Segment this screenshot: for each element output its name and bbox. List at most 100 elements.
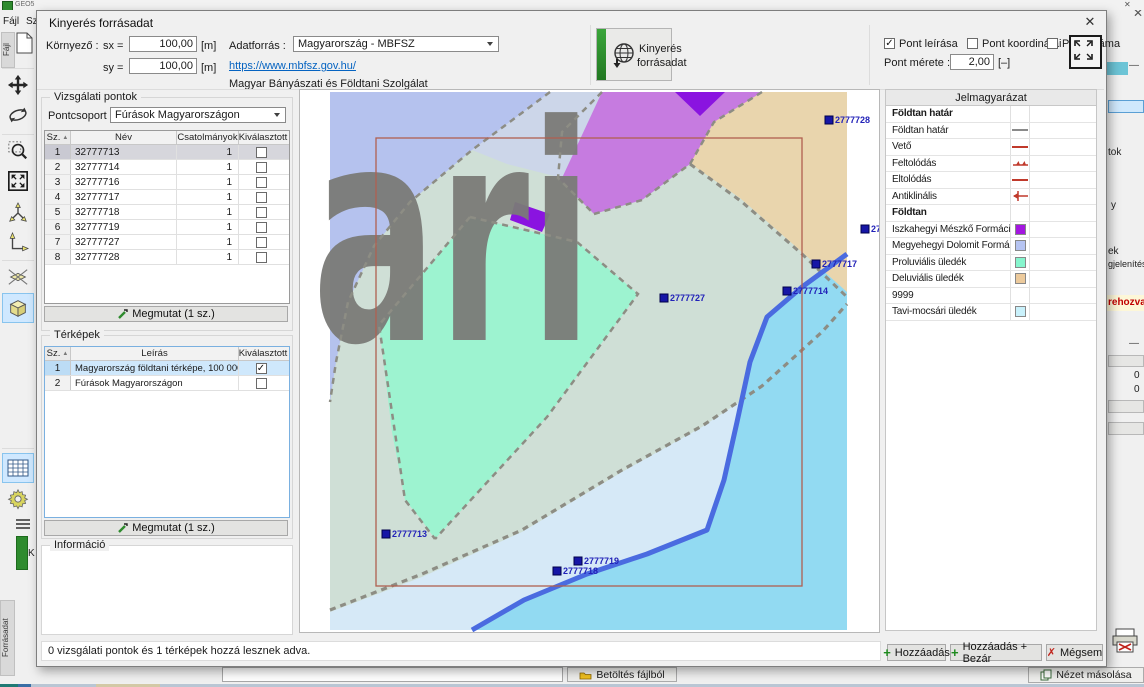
tab-source-vertical[interactable]: Forrásadat — [0, 600, 15, 676]
point-coordinates-checkbox[interactable] — [967, 38, 978, 49]
investigation-points-group: Vizsgálati pontok Pontcsoport : Fúrások … — [41, 97, 293, 331]
sort-asc-icon: ▲ — [62, 135, 68, 141]
load-from-file-button[interactable]: Betöltés fájlból — [567, 667, 677, 682]
information-group: Információ — [41, 545, 293, 635]
map-row[interactable]: 2 Fúrások Magyarországon — [45, 376, 289, 391]
zero-value-2: 0 — [1134, 384, 1140, 395]
dialog-title: Kinyerés forrásadat — [49, 16, 153, 30]
map-selected-checkbox[interactable]: ✓ — [256, 363, 267, 374]
box-view-on-selected[interactable] — [2, 293, 34, 323]
legend-row: Iszkahegyi Mészkő Formáció — [886, 222, 1096, 239]
dialog-close-icon[interactable]: ✕ — [1081, 13, 1099, 31]
point-row[interactable]: 6 32777719 1 — [45, 220, 289, 235]
point-row[interactable]: 7 32777727 1 — [45, 235, 289, 250]
add-close-button[interactable]: + Hozzáadás + Bezár — [950, 644, 1042, 661]
point-selected-checkbox[interactable] — [256, 147, 267, 158]
point-row[interactable]: 3 32777716 1 — [45, 175, 289, 190]
zoom-selection-icon[interactable] — [5, 138, 31, 164]
datasource-dropdown[interactable]: Magyarország - MBFSZ — [293, 36, 499, 52]
collapse-minus-icon-2[interactable]: — — [1129, 338, 1139, 349]
point-selected-checkbox[interactable] — [256, 222, 267, 233]
point-description-checkbox[interactable]: ✓ — [884, 38, 895, 49]
dropdown-arrow-icon — [487, 42, 493, 46]
text-fragment-3: ek — [1108, 246, 1119, 257]
table-view-selected[interactable] — [2, 453, 34, 483]
box-view-off-icon[interactable] — [5, 264, 31, 290]
copy-view-button[interactable]: Nézet másolása — [1028, 667, 1144, 683]
map-point-marker — [574, 557, 582, 565]
point-selected-checkbox[interactable] — [256, 252, 267, 263]
cancel-x-icon: ✗ — [1047, 646, 1056, 659]
copy-view-label: Nézet másolása — [1056, 669, 1131, 681]
point-size-input[interactable]: 2,00 — [950, 54, 994, 70]
copy-icon — [1040, 669, 1052, 681]
extract-source-dialog: Kinyerés forrásadat ✕ Környező : sx = 10… — [36, 10, 1107, 667]
command-input[interactable] — [222, 667, 563, 682]
maps-table[interactable]: Sz.▲ Leírás Kiválasztott 1 Magyarország … — [44, 346, 290, 518]
point-selected-checkbox[interactable] — [256, 177, 267, 188]
menu-file[interactable]: Fájl — [3, 16, 19, 27]
datasource-link[interactable]: https://www.mbfsz.gov.hu/ — [229, 60, 356, 72]
point-number-checkbox[interactable] — [1047, 38, 1058, 49]
point-group-dropdown[interactable]: Fúrások Magyarországon — [110, 107, 286, 123]
settings-gear-icon[interactable] — [5, 486, 31, 512]
sy-input[interactable]: 100,00 — [129, 58, 197, 74]
text-fragment-2: y — [1111, 200, 1116, 211]
points-table[interactable]: Sz.▲ Név Csatolmányok Kiválasztott 1 327… — [44, 130, 290, 304]
information-textarea[interactable] — [42, 546, 292, 634]
warning-text-fragment: rehozva. — [1108, 297, 1144, 308]
point-row[interactable]: 8 32777728 1 — [45, 250, 289, 265]
map-point-label: 2777713 — [392, 529, 427, 539]
show-points-button[interactable]: Megmutat (1 sz.) — [44, 306, 288, 322]
legend-row: Földtan — [886, 205, 1096, 222]
point-selected-checkbox[interactable] — [256, 237, 267, 248]
point-row[interactable]: 2 32777714 1 — [45, 160, 289, 175]
point-row[interactable]: 4 32777717 1 — [45, 190, 289, 205]
separator — [590, 25, 591, 85]
show-maps-button[interactable]: Megmutat (1 sz.) — [44, 520, 288, 536]
fullscreen-expand-button[interactable] — [1069, 35, 1102, 69]
axes-3d-icon[interactable] — [5, 200, 31, 226]
point-row[interactable]: 1 32777713 1 — [45, 145, 289, 160]
app-root: GEO5 ✕ Fájl Sz Fájl — [0, 0, 1144, 687]
maps-group: Térképek Sz.▲ Leírás Kiválasztott 1 Magy… — [41, 335, 293, 539]
pan-move-icon[interactable] — [5, 72, 31, 98]
line-symbol — [1012, 129, 1028, 131]
point-row[interactable]: 5 32777718 1 — [45, 205, 289, 220]
map-selected-checkbox[interactable] — [256, 378, 267, 389]
sx-input[interactable]: 100,00 — [129, 36, 197, 52]
new-document-icon[interactable] — [16, 32, 33, 57]
highlighted-field-fragment[interactable] — [1108, 100, 1144, 113]
cancel-button[interactable]: ✗ Mégsem — [1046, 644, 1103, 661]
maps-table-header: Sz.▲ Leírás Kiválasztott — [45, 347, 289, 361]
legend-row: Feltolódás — [886, 156, 1096, 173]
map-point-label: 2777714 — [793, 286, 828, 296]
map-canvas[interactable]: ari 2777728 2777716 — [299, 89, 880, 633]
add-button[interactable]: + Hozzáadás — [887, 644, 946, 661]
map-big-label: ari — [312, 89, 593, 411]
map-point-label: 2777719 — [584, 556, 619, 566]
field-fragment[interactable] — [1108, 355, 1144, 367]
information-title: Információ — [50, 539, 109, 551]
extract-source-button[interactable]: Kinyerés forrásadat — [596, 28, 672, 81]
map-point-label: 2777728 — [835, 115, 870, 125]
legend-row: Proluviális üledék — [886, 255, 1096, 272]
point-selected-checkbox[interactable] — [256, 207, 267, 218]
rotate-view-icon[interactable] — [5, 102, 31, 128]
map-row[interactable]: 1 Magyarország földtani térképe, 100 000… — [45, 361, 289, 376]
collapse-minus-icon[interactable]: — — [1129, 60, 1139, 71]
axes-corner-icon[interactable] — [5, 230, 31, 256]
point-selected-checkbox[interactable] — [256, 192, 267, 203]
main-close-fragment[interactable]: ✕ — [1133, 10, 1143, 20]
field-fragment[interactable] — [1108, 400, 1144, 413]
point-selected-checkbox[interactable] — [256, 162, 267, 173]
print-icon[interactable] — [1111, 628, 1139, 657]
main-close-icon[interactable]: ✕ — [1124, 0, 1131, 9]
tab-file-vertical[interactable]: Fájl — [1, 32, 15, 68]
field-fragment[interactable] — [1108, 422, 1144, 435]
frame-list-icon[interactable] — [15, 518, 31, 533]
anticline-symbol — [1012, 190, 1029, 202]
sx-label: sx = — [103, 40, 123, 52]
extract-button-line2: forrásadat — [637, 57, 687, 69]
fit-view-icon[interactable] — [5, 168, 31, 194]
